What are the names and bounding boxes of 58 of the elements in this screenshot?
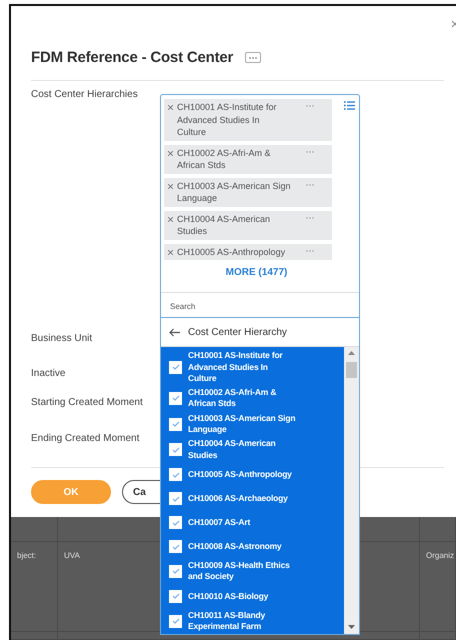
checkbox[interactable] (169, 443, 182, 456)
list-icon[interactable] (344, 101, 355, 110)
field-label: Starting Created Moment (31, 396, 144, 408)
table-header-cell (11, 517, 58, 542)
option-item[interactable]: CH10009 AS-Health Ethics and Society (161, 558, 344, 584)
selected-item-pill[interactable]: CH10005 AS-Anthropology (164, 244, 332, 260)
selected-item-pill[interactable]: CH10001 AS-Institute for Advanced Studies In Culture (164, 99, 332, 140)
selected-item-pill[interactable]: CH10004 AS-American Studies (164, 210, 332, 240)
selected-item-pill[interactable]: CH10002 AS-Afri-Am & African Stds (164, 144, 332, 174)
checkbox[interactable] (169, 418, 182, 431)
check-icon (172, 395, 180, 402)
checkbox[interactable] (169, 516, 182, 530)
table-header-cell (420, 517, 456, 542)
option-item[interactable]: CH10007 AS-Art (161, 510, 344, 535)
scrollbar[interactable] (344, 347, 359, 634)
checkbox[interactable] (169, 492, 182, 506)
option-item[interactable]: CH10002 AS-Afri-Am & African Stds (161, 386, 344, 412)
selected-item-pill[interactable]: CH10003 AS-American Sign Language (164, 178, 332, 206)
option-item[interactable]: CH10010 AS-Biology (161, 584, 344, 608)
field-label: Cost Center Hierarchies (31, 88, 139, 100)
table-cell: Organiz (420, 542, 456, 632)
checkbox[interactable] (169, 360, 182, 374)
check-icon (172, 446, 180, 453)
checkbox[interactable] (169, 392, 182, 405)
remove-icon[interactable] (168, 250, 173, 254)
check-icon (172, 544, 180, 550)
option-item[interactable]: CH10004 AS-American Studies (161, 436, 344, 463)
check-icon (172, 618, 180, 624)
check-icon (172, 520, 180, 526)
field-label: Business Unit (31, 332, 94, 344)
scroll-down-icon[interactable] (348, 625, 355, 629)
remove-icon[interactable] (168, 150, 173, 156)
option-item[interactable]: CH10003 AS-American Sign Language (161, 411, 344, 437)
check-icon (172, 364, 180, 370)
back-arrow-icon[interactable] (169, 328, 180, 336)
more-link[interactable]: MORE (1477) (226, 267, 288, 278)
check-icon (172, 496, 180, 502)
field-label: Inactive (31, 368, 66, 378)
checkbox[interactable] (169, 564, 182, 578)
option-item[interactable]: CH10001 AS-Institute for Advanced Studies In Culture (161, 349, 344, 386)
remove-icon[interactable] (168, 105, 173, 110)
checkbox[interactable] (169, 614, 182, 628)
more-options-button[interactable] (245, 52, 262, 63)
dialog-title: FDM Reference - Cost Center (31, 49, 234, 66)
check-icon (172, 568, 180, 574)
option-item[interactable]: CH10011 AS-Blandy Experimental Farm (161, 608, 344, 634)
table-cell: bject: (11, 542, 58, 632)
check-icon (172, 421, 180, 428)
remove-icon[interactable] (168, 184, 173, 188)
checkbox[interactable] (169, 590, 182, 603)
remove-icon[interactable] (168, 216, 173, 222)
check-icon (172, 593, 180, 600)
checkbox[interactable] (169, 468, 182, 482)
scroll-thumb[interactable] (346, 362, 357, 378)
checkbox[interactable] (169, 540, 182, 554)
field-label: Ending Created Moment (31, 432, 140, 444)
scroll-up-icon[interactable] (348, 351, 355, 355)
check-icon (172, 472, 180, 478)
